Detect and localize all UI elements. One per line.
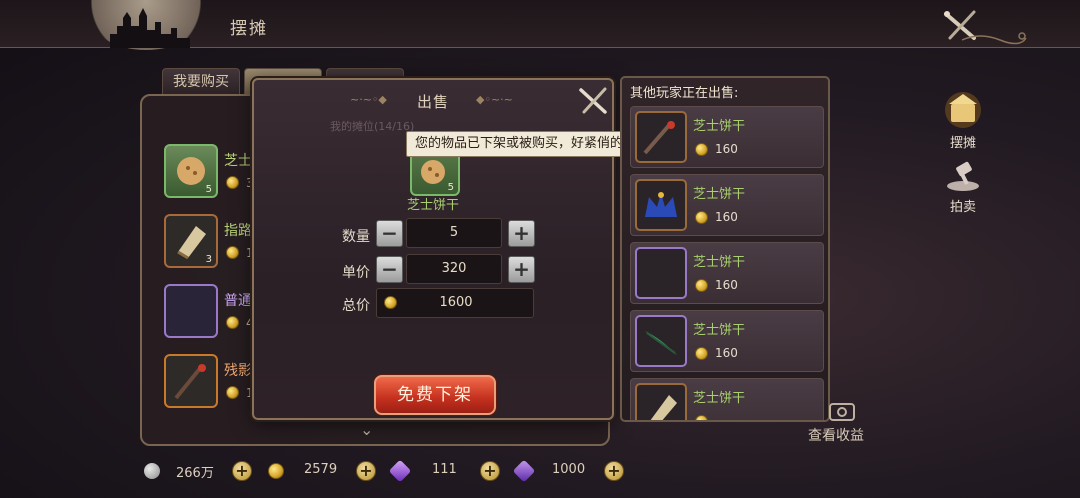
shadow-sword-icon [164,354,218,408]
earnings-icon [829,403,855,421]
crystal-amount: 111 [432,462,457,477]
dialog-title: 出售 [416,93,449,111]
gold-coin-icon [695,415,708,420]
gold-coin-icon [268,463,284,479]
quantity-minus-button[interactable]: − [376,220,403,247]
stall-capacity-text: 我的摊位(14/16) [330,120,415,133]
unit-price-label: 单价 [342,265,370,281]
top-bar: 摆摊 [0,0,1080,50]
unit-price-minus-button[interactable]: − [376,256,403,283]
item-price: 160 [715,278,738,292]
horn-icon [635,383,687,420]
market-list: 其他玩家正在出售: 芝士饼干 160 芝士饼干 160 芝士饼干 160 芝士饼… [620,76,830,422]
item-name: 芝士饼干 [693,187,746,202]
market-title: 其他玩家正在出售: [630,86,739,101]
auction-hammer-icon [947,161,979,191]
sword-icon [635,111,687,163]
quantity-label: 数量 [342,229,370,245]
gold-coin-icon [226,176,239,189]
gold-coin-icon [226,246,239,259]
leaf-dagger-icon [635,315,687,367]
crown-icon [635,179,687,231]
silver-amount: 266万 [176,466,214,481]
view-earnings-button[interactable]: 查看收益 [808,425,864,445]
cheese-cookie-icon: 5 [164,144,218,198]
unit-price-plus-button[interactable]: + [508,256,535,283]
total-label: 总价 [342,298,370,314]
dialog-item-name: 芝士饼干 [406,198,459,213]
item-name: 芝士饼干 [693,119,746,134]
item-price: 160 [715,142,738,156]
item-name: 芝士饼干 [693,391,746,406]
silver-coin-icon [144,463,160,479]
add-gem-button[interactable]: + [604,461,624,481]
gold-coin-icon [226,386,239,399]
list-item[interactable]: 芝士饼干 160 [630,106,824,168]
list-item[interactable]: 芝士饼干 160 [630,310,824,372]
gold-amount: 2579 [304,462,338,477]
list-item[interactable]: 芝士饼干 160 [630,242,824,304]
gold-coin-icon [695,211,708,224]
purple-gem-icon [512,459,536,483]
add-silver-button[interactable]: + [232,461,252,481]
nav-auction[interactable]: 拍卖 [938,158,988,215]
list-item[interactable]: 芝士饼干 160 [630,174,824,236]
delist-button[interactable]: 免费下架 [374,375,496,415]
unit-price-field[interactable]: 320 [406,254,502,284]
purple-crystal-icon [388,459,412,483]
page-title: 摆摊 [230,19,268,39]
quantity-field[interactable]: 5 [406,218,502,248]
item-name: 芝士饼干 [693,255,746,270]
item-price: 160 [715,210,738,224]
add-crystal-button[interactable]: + [480,461,500,481]
swirl-ornament-icon [961,32,1027,45]
add-gold-button[interactable]: + [356,461,376,481]
total-price-field: 1600 [376,288,534,318]
flourish-right-icon: ◆◦~·~ [476,93,513,106]
item-price: 160 [715,346,738,360]
castle-icon [110,8,190,48]
sell-dialog: ~·~◦◆ 出售 ◆◦~·~ 我的摊位(14/16) 5 芝士饼干 数量 − 5… [252,78,614,420]
tab-buy[interactable]: 我要购买 [162,68,240,94]
scroll-icon: 3 [164,214,218,268]
close-icon[interactable] [576,84,610,118]
quantity-plus-button[interactable]: + [508,220,535,247]
gem-amount: 1000 [552,462,586,477]
moon-gem-icon [164,284,218,338]
chevron-down-icon[interactable]: ⌄ [360,420,373,439]
list-item[interactable]: 芝士饼干 [630,378,824,420]
gold-coin-icon [226,316,239,329]
gold-coin-icon [695,143,708,156]
moon-gem-icon [635,247,687,299]
gold-coin-icon [695,347,708,360]
gold-coin-icon [695,279,708,292]
stall-item-name: 残影 [224,363,252,379]
item-name: 芝士饼干 [693,323,746,338]
stall-icon [945,92,981,128]
nav-stall[interactable]: 摆摊 [938,90,988,151]
